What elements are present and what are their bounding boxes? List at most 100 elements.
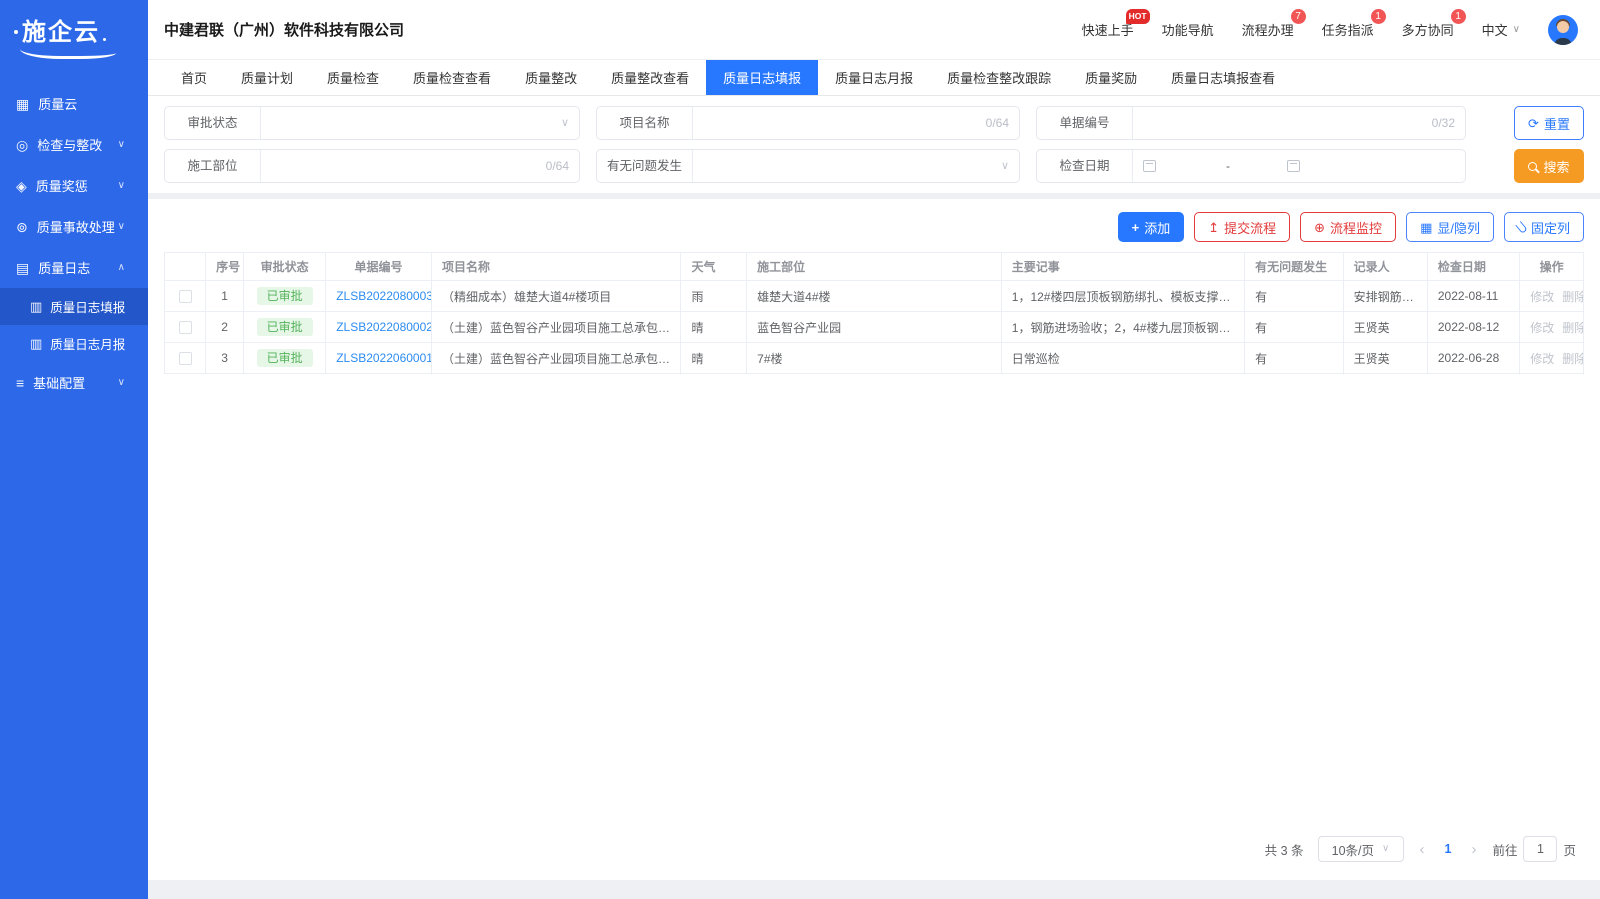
nav-quick-start[interactable]: 快速上手 HOT xyxy=(1082,20,1134,39)
doc-no-input[interactable]: 0/32 xyxy=(1133,116,1465,130)
delete-link[interactable]: 删除 xyxy=(1562,290,1583,304)
submit-flow-button[interactable]: 提交流程 xyxy=(1194,212,1290,242)
goto-page-input[interactable] xyxy=(1523,836,1557,862)
doc-no-link[interactable]: ZLSB2022080003 xyxy=(336,289,431,303)
cell-part: 雄楚大道4#楼 xyxy=(747,281,1002,312)
tab-home[interactable]: 首页 xyxy=(164,60,224,95)
sidebar-item-quality-accidents[interactable]: 质量事故处理 xyxy=(0,206,148,247)
tab-quality-log-monthly[interactable]: 质量日志月报 xyxy=(818,60,930,95)
edit-link[interactable]: 修改 xyxy=(1530,352,1554,366)
row-checkbox[interactable] xyxy=(179,290,192,303)
tab-quality-rectify[interactable]: 质量整改 xyxy=(508,60,594,95)
row-checkbox[interactable] xyxy=(179,321,192,334)
sidebar-menu: 质量云 检查与整改 质量奖惩 质量事故处理 质量日志 xyxy=(0,83,148,403)
sidebar-item-quality-rewards[interactable]: 质量奖惩 xyxy=(0,165,148,206)
sidebar-item-label: 质量云 xyxy=(38,94,134,113)
sidebar-subitem-label: 质量日志月报 xyxy=(50,334,125,353)
add-label: 添加 xyxy=(1144,218,1170,237)
cell-recorder: 王贤英 xyxy=(1343,343,1427,374)
cell-weather: 雨 xyxy=(681,281,747,312)
chevron-down-icon xyxy=(561,118,569,129)
tab-quality-reward[interactable]: 质量奖励 xyxy=(1068,60,1154,95)
col-header-doc-no: 单据编号 xyxy=(326,253,432,281)
search-button[interactable]: 搜索 xyxy=(1514,149,1584,183)
flow-monitor-button[interactable]: 流程监控 xyxy=(1300,212,1396,242)
cell-project: （精细成本）雄楚大道4#楼项目 xyxy=(431,281,681,312)
sidebar-item-quality-log[interactable]: 质量日志 xyxy=(0,247,148,288)
calendar-icon xyxy=(1143,160,1156,172)
nav-flow-handling[interactable]: 流程办理 7 xyxy=(1242,20,1294,39)
doc-icon xyxy=(30,300,42,313)
doc-no-link[interactable]: ZLSB2022060001 xyxy=(336,351,431,365)
delete-link[interactable]: 删除 xyxy=(1562,352,1583,366)
sidebar-subitem-quality-log-fill[interactable]: 质量日志填报 xyxy=(0,288,148,325)
sidebar-subitem-quality-log-monthly[interactable]: 质量日志月报 xyxy=(0,325,148,362)
check-date-range[interactable]: - xyxy=(1133,159,1465,173)
char-counter: 0/32 xyxy=(1432,116,1455,130)
cell-recorder: 安排钢筋剥... xyxy=(1343,281,1427,312)
next-page-button[interactable]: › xyxy=(1469,841,1478,858)
date-separator: - xyxy=(1226,159,1230,173)
nav-task-assign[interactable]: 任务指派 1 xyxy=(1322,20,1374,39)
construction-part-input[interactable]: 0/64 xyxy=(261,159,579,173)
logo-swoosh-icon xyxy=(20,49,116,59)
show-hide-columns-button[interactable]: 显/隐列 xyxy=(1406,212,1494,242)
fixed-columns-button[interactable]: 固定列 xyxy=(1504,212,1584,242)
reset-label: 重置 xyxy=(1544,114,1570,133)
approval-status-select[interactable] xyxy=(261,118,579,129)
page-number[interactable]: 1 xyxy=(1441,842,1456,856)
cell-problem: 有 xyxy=(1245,343,1344,374)
nav-function-guide[interactable]: 功能导航 xyxy=(1162,20,1214,39)
row-checkbox[interactable] xyxy=(179,352,192,365)
char-counter: 0/64 xyxy=(986,116,1009,130)
tab-quality-log-fill-view[interactable]: 质量日志填报查看 xyxy=(1154,60,1292,95)
nav-label: 功能导航 xyxy=(1162,23,1214,38)
main-area: 中建君联（广州）软件科技有限公司 快速上手 HOT 功能导航 流程办理 7 任务… xyxy=(148,0,1600,899)
submit-flow-label: 提交流程 xyxy=(1224,218,1276,237)
nav-multi-collab[interactable]: 多方协同 1 xyxy=(1402,20,1454,39)
calendar-icon xyxy=(1287,160,1300,172)
app-logo: 施企云 xyxy=(0,0,148,65)
tab-quality-plan[interactable]: 质量计划 xyxy=(224,60,310,95)
language-switcher[interactable]: 中文 xyxy=(1482,20,1520,39)
table-header-row: 序号 审批状态 单据编号 项目名称 天气 施工部位 主要记事 有无问题发生 记录… xyxy=(165,253,1584,281)
page-unit-label: 页 xyxy=(1563,840,1576,859)
sidebar-item-base-config[interactable]: 基础配置 xyxy=(0,362,148,403)
chevron-down-icon xyxy=(1513,25,1520,35)
sidebar: 施企云 质量云 检查与整改 质量奖惩 质量事故处理 xyxy=(0,0,148,899)
doc-no-link[interactable]: ZLSB2022080002 xyxy=(336,320,431,334)
edit-link[interactable]: 修改 xyxy=(1530,290,1554,304)
sidebar-item-quality-cloud[interactable]: 质量云 xyxy=(0,83,148,124)
cell-project: （土建）蓝色智谷产业园项目施工总承包工程 xyxy=(431,343,681,374)
col-header-ops: 操作 xyxy=(1520,253,1584,281)
filter-search-cell: 搜索 xyxy=(1482,149,1584,183)
page-size-select[interactable]: 10条/页 xyxy=(1318,836,1404,862)
status-badge: 已审批 xyxy=(257,287,313,305)
prev-page-button[interactable]: ‹ xyxy=(1418,841,1427,858)
cell-no: 2 xyxy=(206,312,244,343)
reset-button[interactable]: 重置 xyxy=(1514,106,1584,140)
columns-grid-icon xyxy=(1420,221,1432,234)
tab-quality-rectify-view[interactable]: 质量整改查看 xyxy=(594,60,706,95)
delete-link[interactable]: 删除 xyxy=(1562,321,1583,335)
show-hide-columns-label: 显/隐列 xyxy=(1437,218,1480,237)
sidebar-item-label: 基础配置 xyxy=(33,373,118,392)
nav-label: 任务指派 xyxy=(1322,23,1374,38)
app-window: 施企云 质量云 检查与整改 质量奖惩 质量事故处理 xyxy=(0,0,1600,899)
user-avatar[interactable] xyxy=(1548,15,1578,45)
sidebar-item-label: 质量日志 xyxy=(38,258,117,277)
edit-link[interactable]: 修改 xyxy=(1530,321,1554,335)
cell-problem: 有 xyxy=(1245,312,1344,343)
sidebar-item-inspection-rectification[interactable]: 检查与整改 xyxy=(0,124,148,165)
tab-check-rectify-track[interactable]: 质量检查整改跟踪 xyxy=(930,60,1068,95)
col-header-part: 施工部位 xyxy=(747,253,1002,281)
project-name-input[interactable]: 0/64 xyxy=(693,116,1019,130)
tab-quality-check[interactable]: 质量检查 xyxy=(310,60,396,95)
problem-occurred-select[interactable] xyxy=(693,161,1019,172)
chevron-up-icon xyxy=(118,263,125,273)
crosshair-icon xyxy=(1314,221,1325,234)
filter-doc-no: 单据编号 0/32 xyxy=(1036,106,1466,140)
add-button[interactable]: 添加 xyxy=(1118,212,1185,242)
tab-quality-check-view[interactable]: 质量检查查看 xyxy=(396,60,508,95)
tab-quality-log-fill[interactable]: 质量日志填报 xyxy=(706,60,818,95)
